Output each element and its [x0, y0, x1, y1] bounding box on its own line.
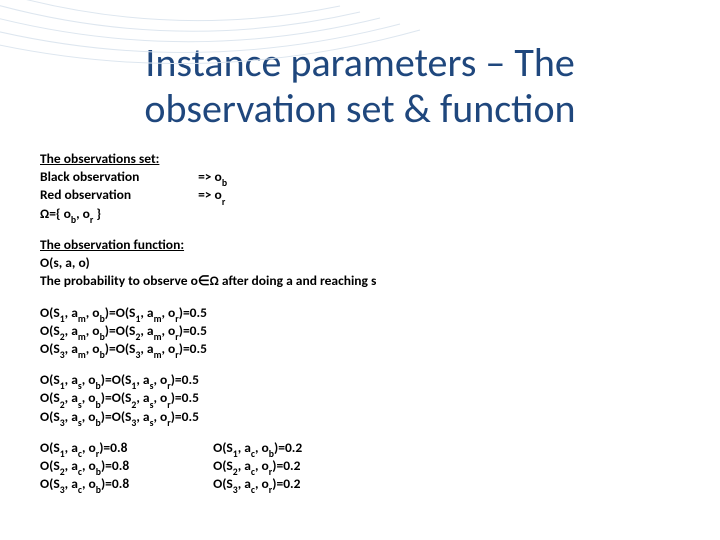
obs-fun-description: The probability to observe o∈Ω after doi…	[40, 272, 680, 290]
eq-line: O(S3, as, ob)=O(S3, as, or)=0.5	[40, 408, 680, 426]
eq-line: O(S1, ac, ob)=0.2	[213, 439, 302, 457]
observation-function-block: The observation function: O(s, a, o) The…	[40, 236, 680, 291]
eq-line: O(S3, ac, or)=0.2	[213, 475, 300, 493]
eq-line: O(S2, ac, ob)=0.8	[40, 457, 210, 475]
page-title: Instance parameters – The observation se…	[40, 40, 680, 132]
eq-line: O(S1, am, ob)=O(S1, am, or)=0.5	[40, 304, 680, 322]
omega-set: Ω={ ob, or }	[40, 205, 680, 223]
obs-set-heading: The observations set:	[40, 150, 680, 168]
equations-as: O(S1, as, ob)=O(S1, as, or)=0.5 O(S2, as…	[40, 371, 680, 426]
obs-fun-signature: O(s, a, o)	[40, 254, 680, 272]
obs-fun-heading: The observation function:	[40, 236, 680, 254]
red-obs-symbol: => or	[198, 186, 225, 204]
eq-line: O(S2, as, ob)=O(S2, as, or)=0.5	[40, 389, 680, 407]
eq-line: O(S1, as, ob)=O(S1, as, or)=0.5	[40, 371, 680, 389]
eq-line: O(S1, ac, or)=0.8	[40, 439, 210, 457]
black-obs-label: Black observation	[40, 168, 195, 186]
eq-line: O(S3, ac, ob)=0.8	[40, 475, 210, 493]
red-obs-label: Red observation	[40, 186, 195, 204]
equations-am: O(S1, am, ob)=O(S1, am, or)=0.5 O(S2, am…	[40, 304, 680, 359]
observation-set-block: The observations set: Black observation …	[40, 150, 680, 223]
black-obs-symbol: => ob	[198, 168, 227, 186]
equations-ac: O(S1, ac, or)=0.8 O(S1, ac, ob)=0.2 O(S2…	[40, 439, 680, 494]
eq-line: O(S2, ac, or)=0.2	[213, 457, 300, 475]
